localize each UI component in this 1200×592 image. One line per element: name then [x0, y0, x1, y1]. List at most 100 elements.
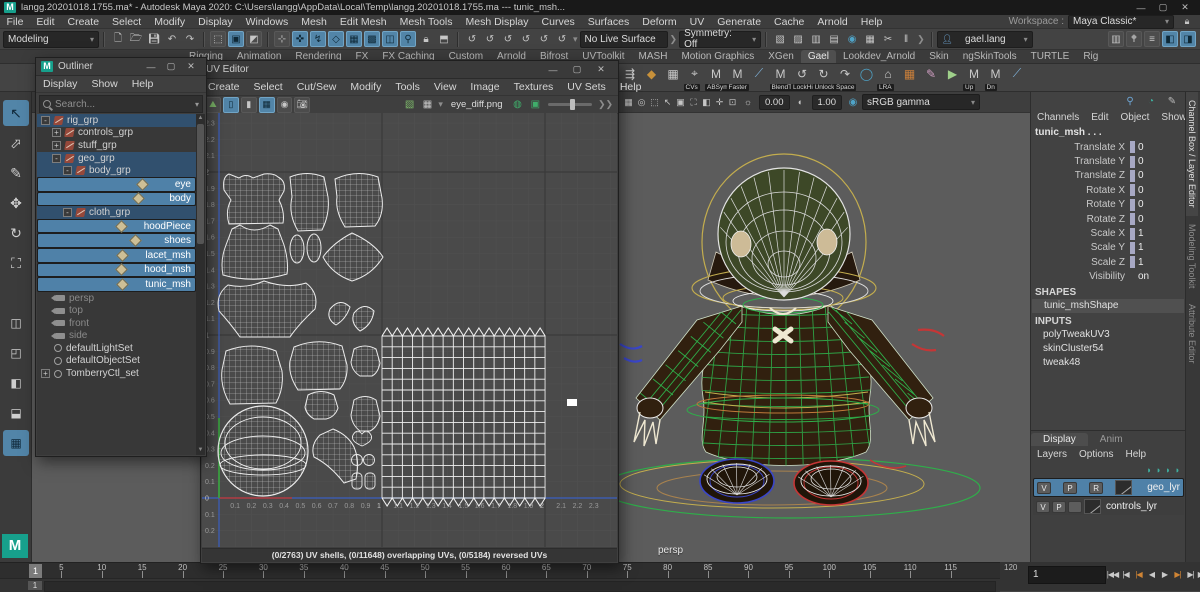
user-account-dropdown[interactable]: 👤︎gael.lang▾: [937, 31, 1033, 48]
outliner-item-eye[interactable]: eye: [37, 177, 196, 192]
layer-mode-toggle[interactable]: R: [1089, 482, 1103, 494]
make-live-icon[interactable]: ▩: [364, 31, 380, 47]
scroll-up-icon[interactable]: ▲: [196, 114, 205, 123]
outliner-menu-display[interactable]: Display: [36, 78, 84, 90]
menu-file[interactable]: File: [0, 16, 30, 28]
input-node-row[interactable]: tweak48: [1031, 356, 1185, 370]
group-expand-icon[interactable]: ❯: [668, 34, 680, 45]
uv-menu-textures[interactable]: Textures: [507, 81, 561, 93]
uv-menu-view[interactable]: View: [427, 81, 464, 93]
play-backwards-button[interactable]: ◀: [1145, 566, 1158, 582]
uv-shells-graphic[interactable]: 2.32.22.121.91.81.71.61.51.41.31.21.110.…: [202, 113, 617, 547]
cb-menu-object[interactable]: Object: [1115, 112, 1156, 123]
ipr-render-icon[interactable]: ▥: [808, 31, 824, 47]
layer-row-geo_lyr[interactable]: VPRgeo_lyr: [1033, 478, 1184, 497]
shelf-button-icon-14[interactable]: ✎: [921, 65, 941, 91]
shelf-tab-motion-graphics[interactable]: Motion Graphics: [674, 50, 761, 63]
uv-texture-caret-icon[interactable]: ▾: [436, 99, 445, 110]
layer-row-controls_lyr[interactable]: VPcontrols_lyr: [1033, 498, 1184, 515]
shelf-button-up[interactable]: MUp: [964, 65, 984, 91]
toggle-character-controls-icon[interactable]: 🕈︎: [1126, 31, 1142, 47]
channel-value[interactable]: 1: [1135, 257, 1144, 268]
toggle-attribute-editor-icon[interactable]: ≡: [1144, 31, 1160, 47]
shelf-tab-gael[interactable]: Gael: [801, 50, 836, 63]
outliner-item-lacet_msh[interactable]: lacet_msh: [37, 248, 196, 263]
render-region-icon[interactable]: ▨: [790, 31, 806, 47]
shelf-button-icon-6[interactable]: ⟋: [749, 65, 769, 91]
snap-projected-icon[interactable]: ◇: [328, 31, 344, 47]
snap-point-icon[interactable]: ↯: [310, 31, 326, 47]
toggle-channel-box-icon[interactable]: ◧: [1162, 31, 1178, 47]
uv-brightness-slider[interactable]: [548, 103, 592, 106]
menu-create[interactable]: Create: [61, 16, 106, 28]
uv-texture-name[interactable]: eye_diff.png: [451, 99, 503, 110]
layer-menu-layers[interactable]: Layers: [1031, 449, 1073, 460]
layer-empty-icon[interactable]: ◗: [1146, 465, 1151, 475]
shelf-button-absym[interactable]: MABSym: [706, 65, 726, 91]
outliner-item-tunic_msh[interactable]: tunic_msh: [37, 277, 196, 292]
construction-history-icon-5[interactable]: ↺: [554, 31, 570, 47]
shelf-button-lra[interactable]: ⌂LRA: [878, 65, 898, 91]
shelf-button-icon-15[interactable]: ▶: [943, 65, 963, 91]
time-slider[interactable]: 5101520253035404550556065707580859095100…: [0, 562, 1000, 579]
range-slider[interactable]: 1: [0, 578, 1000, 592]
uv-texture-display-icon[interactable]: ⛰︎: [205, 97, 221, 113]
channel-value[interactable]: 0: [1135, 214, 1144, 225]
layer-color-swatch[interactable]: [1115, 480, 1132, 495]
layer-tab-display[interactable]: Display: [1031, 433, 1088, 446]
shelf-button-lockhis[interactable]: ↺LockHis: [792, 65, 812, 91]
construction-history-icon-1[interactable]: ↺: [482, 31, 498, 47]
outliner-item-defaultObjectSet[interactable]: defaultObjectSet: [37, 355, 196, 368]
uv-minimize-icon[interactable]: —: [541, 65, 565, 75]
menu-display[interactable]: Display: [192, 16, 239, 28]
shelf-tab-turtle[interactable]: TURTLE: [1024, 50, 1077, 63]
shelf-button-blendt[interactable]: MBlendT: [771, 65, 791, 91]
outliner-item-controls_grp[interactable]: +controls_grp: [37, 127, 196, 140]
layout-two-pane-stacked-icon[interactable]: ⬓: [3, 400, 29, 426]
vertical-tab-channel-box-layer-editor[interactable]: Channel Box / Layer Editor: [1186, 92, 1198, 216]
render-icon[interactable]: ▧: [772, 31, 788, 47]
uv-menu-tools[interactable]: Tools: [388, 81, 427, 93]
outliner-scrollbar[interactable]: ▲ ▼: [196, 114, 205, 455]
select-tool-icon[interactable]: ↖: [3, 100, 29, 126]
snap-grid-icon[interactable]: ⊹: [274, 31, 290, 47]
channel-value[interactable]: 0: [1135, 156, 1144, 167]
range-track[interactable]: [44, 581, 996, 592]
current-frame-marker[interactable]: 1: [29, 564, 42, 578]
uv-menu-uv-sets[interactable]: UV Sets: [560, 81, 613, 93]
uv-checker-display-icon[interactable]: ▦: [259, 97, 275, 113]
channel-value[interactable]: 0: [1135, 199, 1144, 210]
select-component-icon[interactable]: ◩: [246, 31, 262, 47]
vertical-tab-modeling-toolkit[interactable]: Modeling Toolkit: [1186, 216, 1198, 296]
shelf-button-space[interactable]: ↷Space: [835, 65, 855, 91]
layout-persp-outliner-icon[interactable]: ▦: [3, 430, 29, 456]
channel-value[interactable]: 1: [1135, 242, 1144, 253]
menu-mesh[interactable]: Mesh: [295, 16, 334, 28]
outliner-close-icon[interactable]: ✕: [181, 61, 201, 72]
outliner-item-top[interactable]: top: [37, 304, 196, 317]
shelf-button-icon-18[interactable]: ⟋: [1007, 65, 1027, 91]
close-icon[interactable]: ✕: [1174, 2, 1196, 13]
menu-cache[interactable]: Cache: [768, 16, 811, 28]
outliner-maximize-icon[interactable]: ▢: [161, 61, 181, 72]
menu-surfaces[interactable]: Surfaces: [581, 16, 635, 28]
hypershade-icon[interactable]: ◉: [844, 31, 860, 47]
construction-history-icon-4[interactable]: ↺: [536, 31, 552, 47]
scrollbar-thumb[interactable]: [197, 124, 204, 244]
layer-visible-toggle[interactable]: V: [1036, 501, 1050, 513]
outliner-item-persp[interactable]: persp: [37, 292, 196, 305]
highlight-selection-icon[interactable]: ⬒: [436, 31, 452, 47]
menu-uv[interactable]: UV: [683, 16, 711, 28]
shelf-button-faster[interactable]: MFaster: [728, 65, 748, 91]
channel-value[interactable]: 0: [1135, 142, 1144, 153]
shelf-button-icon-2[interactable]: ▦: [663, 65, 683, 91]
cb-pin-icon[interactable]: ⚲: [1122, 93, 1138, 109]
uv-shaded-display-icon[interactable]: ▯: [223, 97, 239, 113]
shelf-tab-lookdev_arnold[interactable]: Lookdev_Arnold: [836, 50, 922, 63]
uv-editor-titlebar[interactable]: UV Editor — ▢ ✕: [201, 61, 618, 79]
outliner-search[interactable]: Search... ▾: [39, 95, 203, 113]
cb-menu-channels[interactable]: Channels: [1031, 112, 1085, 123]
channel-value[interactable]: 1: [1135, 228, 1144, 239]
menu-select[interactable]: Select: [106, 16, 148, 28]
cb-speed-icon[interactable]: ◔: [1143, 93, 1159, 109]
